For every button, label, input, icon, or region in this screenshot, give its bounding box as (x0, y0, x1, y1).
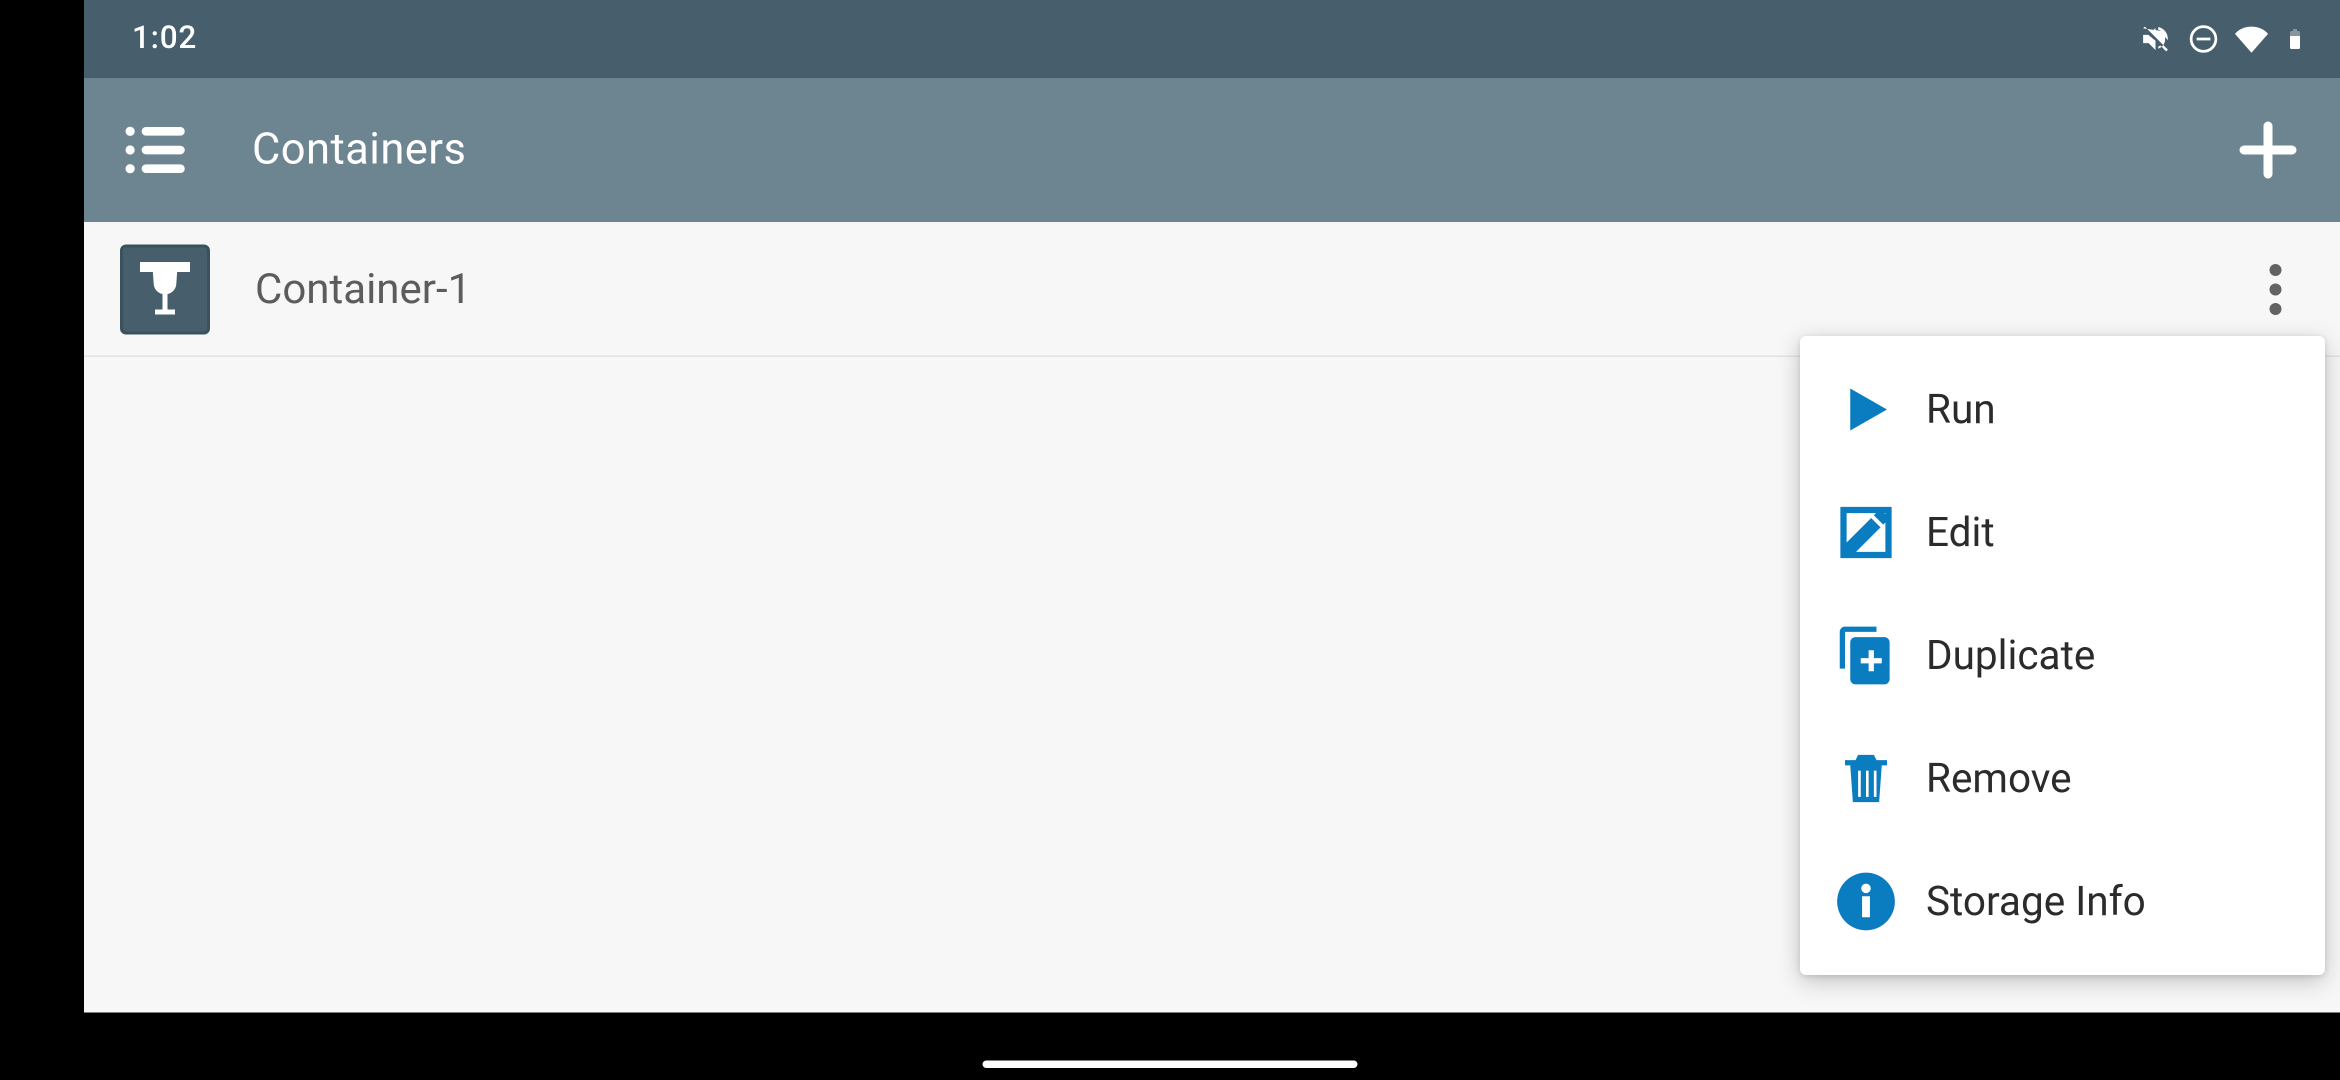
wine-glass-icon (120, 244, 210, 334)
add-button[interactable] (2214, 96, 2322, 204)
hamburger-icon (122, 116, 191, 185)
menu-item-storage-info[interactable]: Storage Info (1800, 840, 2325, 963)
mute-icon (2139, 23, 2172, 56)
menu-item-remove[interactable]: Remove (1800, 717, 2325, 840)
trash-icon (1833, 746, 1899, 812)
info-icon (1833, 869, 1899, 935)
menu-item-label: Remove (1926, 755, 2072, 803)
nav-handle[interactable] (983, 1061, 1358, 1069)
status-time: 1:02 (132, 21, 197, 57)
menu-item-duplicate[interactable]: Duplicate (1800, 594, 2325, 717)
menu-item-label: Storage Info (1926, 878, 2146, 926)
dot (2270, 302, 2282, 314)
menu-item-run[interactable]: Run (1800, 348, 2325, 471)
status-right (2139, 23, 2316, 56)
app-bar: Containers (84, 78, 2340, 222)
context-menu: Run Edit Duplicate Remove (1800, 336, 2325, 975)
edit-icon (1833, 500, 1899, 566)
play-icon (1833, 377, 1899, 443)
status-bar: 1:02 (84, 0, 2340, 78)
menu-item-label: Run (1926, 386, 1996, 434)
menu-item-label: Edit (1926, 509, 1995, 557)
menu-item-edit[interactable]: Edit (1800, 471, 2325, 594)
list-item-label: Container-1 (255, 264, 471, 314)
wifi-icon (2235, 23, 2268, 56)
menu-item-label: Duplicate (1926, 632, 2095, 680)
page-title: Containers (252, 125, 466, 176)
battery-icon (2283, 23, 2316, 56)
plus-icon (2232, 114, 2304, 186)
more-button[interactable] (2238, 244, 2313, 334)
hamburger-menu-button[interactable] (102, 96, 210, 204)
duplicate-icon (1833, 623, 1899, 689)
dot (2270, 263, 2282, 275)
dot (2270, 283, 2282, 295)
dnd-icon (2187, 23, 2220, 56)
